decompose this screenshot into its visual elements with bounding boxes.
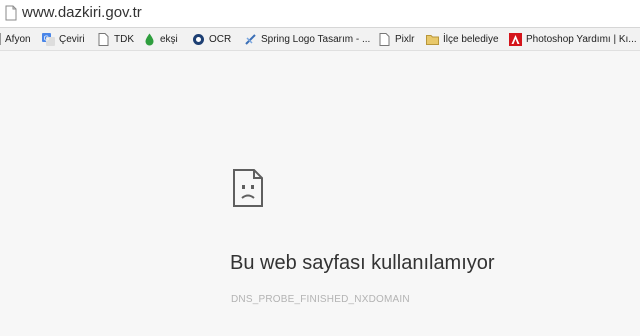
- translate-icon: G: [42, 32, 55, 46]
- page-icon: [5, 5, 17, 21]
- bookmark-eksi[interactable]: ekşi: [143, 28, 178, 50]
- address-bar[interactable]: www.dazkiri.gov.tr: [0, 0, 640, 28]
- page-icon: [98, 32, 109, 46]
- svg-text:G: G: [44, 35, 49, 42]
- bookmark-label: Pixlr: [395, 33, 415, 45]
- bookmark-label: İlçe belediye: [443, 33, 499, 45]
- bookmarks-bar: Afyon G Çeviri TDK ekşi OCR Spring Logo …: [0, 28, 640, 51]
- bookmark-afyon[interactable]: Afyon: [0, 28, 31, 50]
- bookmark-photoshop-yardimi[interactable]: Photoshop Yardımı | Kı...: [509, 28, 637, 50]
- bookmark-ilce-belediye[interactable]: İlçe belediye: [426, 28, 499, 50]
- bookmark-label: OCR: [209, 33, 232, 45]
- bookmark-label: ekşi: [160, 33, 178, 45]
- folder-icon: [426, 34, 439, 45]
- bookmark-label: Afyon: [5, 33, 31, 45]
- bookmark-spring-logo[interactable]: Spring Logo Tasarım - ...: [244, 28, 370, 50]
- error-title: Bu web sayfası kullanılamıyor: [230, 252, 495, 274]
- ocr-icon: [193, 33, 204, 45]
- bookmark-pixlr[interactable]: Pixlr: [378, 28, 414, 50]
- page-icon: [379, 32, 390, 46]
- bookmark-ceviri[interactable]: G Çeviri: [42, 28, 85, 50]
- adobe-icon: [509, 32, 522, 46]
- drop-icon: [145, 33, 154, 45]
- error-code: DNS_PROBE_FINISHED_NXDOMAIN: [231, 294, 410, 305]
- url-text[interactable]: www.dazkiri.gov.tr: [22, 4, 142, 21]
- bookmark-ocr[interactable]: OCR: [192, 28, 231, 50]
- bookmark-label: TDK: [114, 33, 134, 45]
- spring-icon: [245, 33, 256, 45]
- bookmark-label: Photoshop Yardımı | Kı...: [526, 33, 637, 45]
- bookmark-label: Çeviri: [59, 33, 85, 45]
- bookmark-label: Spring Logo Tasarım - ...: [261, 33, 371, 45]
- bookmark-tdk[interactable]: TDK: [97, 28, 134, 50]
- sad-page-icon: [233, 169, 263, 207]
